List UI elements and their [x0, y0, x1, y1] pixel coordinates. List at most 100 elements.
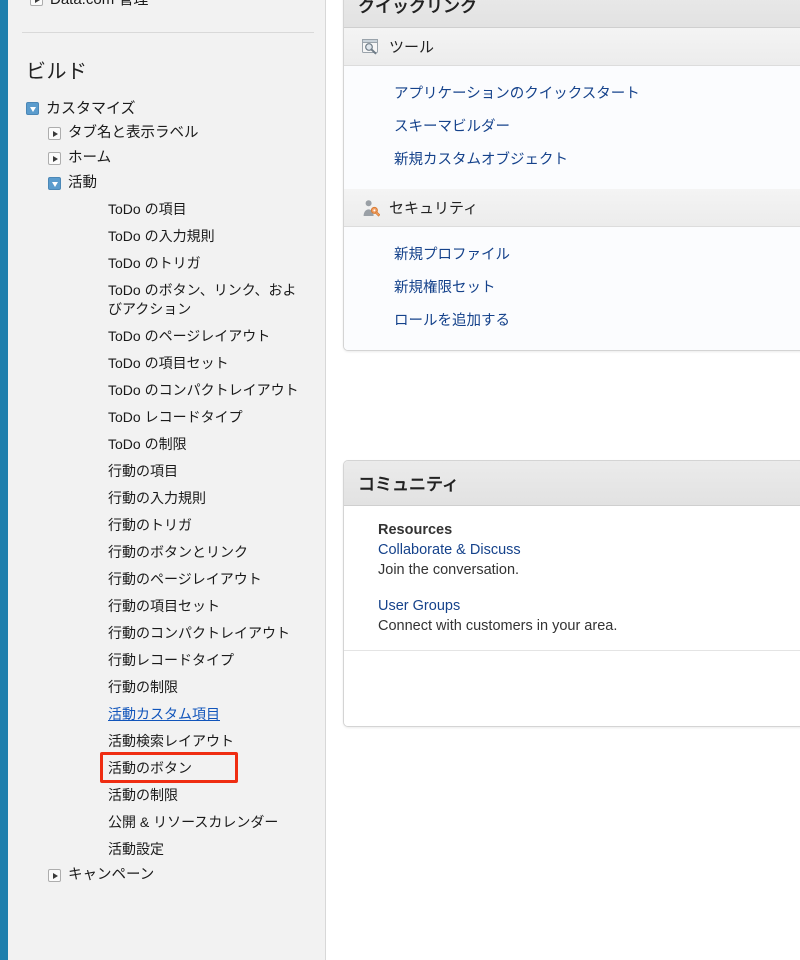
content-area: クイックリンク ツール アプリケーションのクイックスタート スキーマビルダー 新… [327, 0, 800, 960]
sidebar-node-tab-names[interactable]: タブ名と表示ラベル [8, 121, 325, 146]
quicklink-new-custom-object[interactable]: 新規カスタムオブジェクト [344, 142, 800, 175]
quicklinks-group-label: セキュリティ [389, 200, 479, 217]
tools-window-magnifier-icon [362, 38, 380, 55]
sidebar-leaf[interactable]: 活動のボタン [8, 755, 325, 782]
sidebar-scroll-area[interactable]: Data.com 管理 ビルド カスタマイズ タブ名と表示ラベル ホーム [8, 0, 325, 960]
quicklinks-panel-title: クイックリンク [344, 0, 800, 28]
sidebar-leaf-label: 行動の項目セット [108, 598, 220, 614]
left-accent-rail [0, 0, 8, 960]
community-resources: Resources Collaborate & Discuss Join the… [344, 522, 800, 650]
quicklinks-panel: クイックリンク ツール アプリケーションのクイックスタート スキーマビルダー 新… [343, 0, 800, 351]
sidebar-leaf[interactable]: 公開 & リソースカレンダー [8, 809, 325, 836]
sidebar-tree: カスタマイズ タブ名と表示ラベル ホーム 活動 ToDo の項目 ToDo の入… [8, 96, 325, 898]
sidebar-leaf[interactable]: ToDo のページレイアウト [8, 323, 325, 350]
community-panel-title: コミュニティ [344, 461, 800, 506]
triangle-right-icon[interactable] [48, 152, 61, 165]
sidebar-leaf[interactable]: 行動のページレイアウト [8, 566, 325, 593]
sidebar-leaf-label: ToDo の項目セット [108, 355, 229, 371]
sidebar-leaf[interactable]: ToDo の項目セット [8, 350, 325, 377]
quicklink-app-quickstart[interactable]: アプリケーションのクイックスタート [344, 76, 800, 109]
sidebar-leaf-label: 行動の項目 [108, 463, 178, 479]
sidebar-leaf[interactable]: 活動検索レイアウト [8, 728, 325, 755]
sidebar-leaf-label: 行動のボタンとリンク [108, 544, 248, 560]
sidebar-leaf[interactable]: 活動の制限 [8, 782, 325, 809]
community-resources-heading: Resources [378, 522, 453, 538]
sidebar-leaf[interactable]: 行動のトリガ [8, 512, 325, 539]
sidebar-leaf[interactable]: ToDo のトリガ [8, 250, 325, 277]
triangle-down-icon[interactable] [48, 177, 61, 190]
sidebar-leaf-activity-custom-fields[interactable]: 活動カスタム項目 [8, 701, 325, 728]
quicklinks-tools-links: アプリケーションのクイックスタート スキーマビルダー 新規カスタムオブジェクト [344, 66, 800, 189]
sidebar-node-label: ホーム [68, 150, 112, 166]
sidebar-leaf-label: ToDo レコードタイプ [108, 409, 243, 425]
sidebar-leaf[interactable]: 行動のボタンとリンク [8, 539, 325, 566]
sidebar-leaf[interactable]: 行動レコードタイプ [8, 647, 325, 674]
setup-sidebar: Data.com 管理 ビルド カスタマイズ タブ名と表示ラベル ホーム [8, 0, 326, 960]
triangle-down-icon[interactable] [26, 102, 39, 115]
sidebar-leaf-label: ToDo のトリガ [108, 255, 201, 271]
quicklinks-group-security-header: セキュリティ [344, 189, 800, 227]
sidebar-leaf-label: 行動のコンパクトレイアウト [108, 625, 290, 641]
sidebar-leaf-label: 行動のページレイアウト [108, 571, 262, 587]
triangle-right-icon[interactable] [30, 0, 43, 6]
sidebar-leaf-label: ToDo のページレイアウト [108, 328, 271, 344]
quicklinks-security-links: 新規プロファイル 新規権限セット ロールを追加する [344, 227, 800, 350]
sidebar-leaf-label: 活動の制限 [108, 787, 178, 803]
sidebar-item-label: Data.com 管理 [50, 0, 148, 9]
sidebar-leaf[interactable]: 行動の項目 [8, 458, 325, 485]
sidebar-leaf-label: 行動レコードタイプ [108, 652, 234, 668]
quicklink-schema-builder[interactable]: スキーマビルダー [344, 109, 800, 142]
sidebar-leaf-label: ToDo の項目 [108, 201, 187, 217]
sidebar-leaf[interactable]: ToDo レコードタイプ [8, 404, 325, 431]
sidebar-leaf[interactable]: ToDo のボタン、リンク、およびアクション [8, 277, 308, 323]
sidebar-section-title: ビルド [26, 61, 88, 83]
sidebar-leaf-label: 行動の制限 [108, 679, 178, 695]
sidebar-leaf-label: 活動カスタム項目 [108, 706, 220, 722]
sidebar-node-label: カスタマイズ [46, 100, 136, 117]
sidebar-leaf[interactable]: 行動の制限 [8, 674, 325, 701]
sidebar-leaf-label: ToDo の制限 [108, 436, 187, 452]
community-link-user-groups[interactable]: User Groups [378, 596, 800, 616]
sidebar-leaf-label: ToDo のボタン、リンク、およびアクション [108, 282, 297, 317]
sidebar-leaf-label: 活動設定 [108, 841, 164, 857]
sidebar-leaf[interactable]: 行動の入力規則 [8, 485, 325, 512]
community-link-collaborate[interactable]: Collaborate & Discuss [378, 540, 800, 560]
sidebar-leaf[interactable]: ToDo の制限 [8, 431, 325, 458]
sidebar-leaf-label: 公開 & リソースカレンダー [108, 814, 279, 830]
community-panel: コミュニティ Resources Collaborate & Discuss J… [343, 460, 800, 727]
sidebar-leaf-label: ToDo のコンパクトレイアウト [108, 382, 299, 398]
setup-page: Data.com 管理 ビルド カスタマイズ タブ名と表示ラベル ホーム [0, 0, 800, 960]
quicklinks-group-label: ツール [389, 39, 435, 56]
sidebar-leaf-label: 行動のトリガ [108, 517, 192, 533]
sidebar-leaf[interactable]: ToDo の入力規則 [8, 223, 325, 250]
quicklink-new-permission-set[interactable]: 新規権限セット [344, 270, 800, 303]
community-panel-footer [344, 650, 800, 726]
sidebar-leaf[interactable]: ToDo の項目 [8, 196, 325, 223]
sidebar-leaf[interactable]: ToDo のコンパクトレイアウト [8, 377, 325, 404]
sidebar-node-label: 活動 [68, 175, 97, 191]
sidebar-node-customize[interactable]: カスタマイズ [8, 96, 325, 121]
sidebar-node-campaigns[interactable]: キャンペーン [8, 863, 325, 888]
sidebar-leaf[interactable]: 行動の項目セット [8, 593, 325, 620]
sidebar-leaf[interactable]: 行動のコンパクトレイアウト [8, 620, 325, 647]
sidebar-leaf-label: 活動のボタン [108, 760, 192, 776]
sidebar-leaf-label: 活動検索レイアウト [108, 733, 234, 749]
triangle-right-icon[interactable] [48, 127, 61, 140]
sidebar-leaf-label: ToDo の入力規則 [108, 228, 215, 244]
sidebar-node-activities[interactable]: 活動 [8, 171, 325, 196]
triangle-right-icon[interactable] [48, 869, 61, 882]
sidebar-item-datacom-admin[interactable]: Data.com 管理 [8, 0, 325, 26]
security-person-key-icon [362, 199, 381, 217]
sidebar-node-label: タブ名と表示ラベル [68, 125, 199, 141]
sidebar-node-home[interactable]: ホーム [8, 146, 325, 171]
sidebar-leaf-label: 行動の入力規則 [108, 490, 206, 506]
community-desc-collaborate: Join the conversation. [378, 562, 520, 578]
quicklink-add-role[interactable]: ロールを追加する [344, 303, 800, 336]
community-panel-body: Resources Collaborate & Discuss Join the… [344, 506, 800, 726]
sidebar-node-label: キャンペーン [68, 867, 155, 883]
quicklinks-group-tools-header: ツール [344, 28, 800, 66]
quicklink-new-profile[interactable]: 新規プロファイル [344, 237, 800, 270]
community-desc-user-groups: Connect with customers in your area. [378, 618, 618, 634]
sidebar-leaf[interactable]: 活動設定 [8, 836, 325, 863]
